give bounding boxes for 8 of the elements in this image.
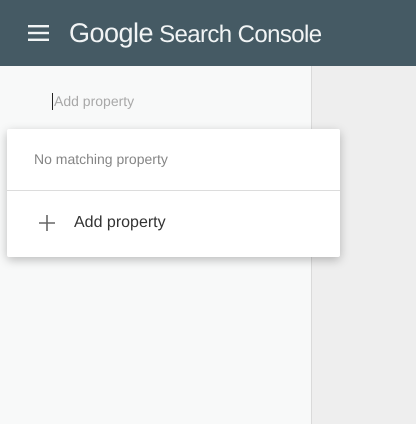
text-cursor <box>52 92 53 110</box>
menu-icon[interactable] <box>28 25 49 41</box>
brand-name: Google <box>69 18 154 48</box>
property-search-field[interactable]: Add property <box>53 93 254 109</box>
add-property-item[interactable]: Add property <box>7 191 340 257</box>
empty-message: No matching property <box>7 129 340 191</box>
plus-icon <box>38 214 56 232</box>
product-name: Search Console <box>159 20 322 48</box>
